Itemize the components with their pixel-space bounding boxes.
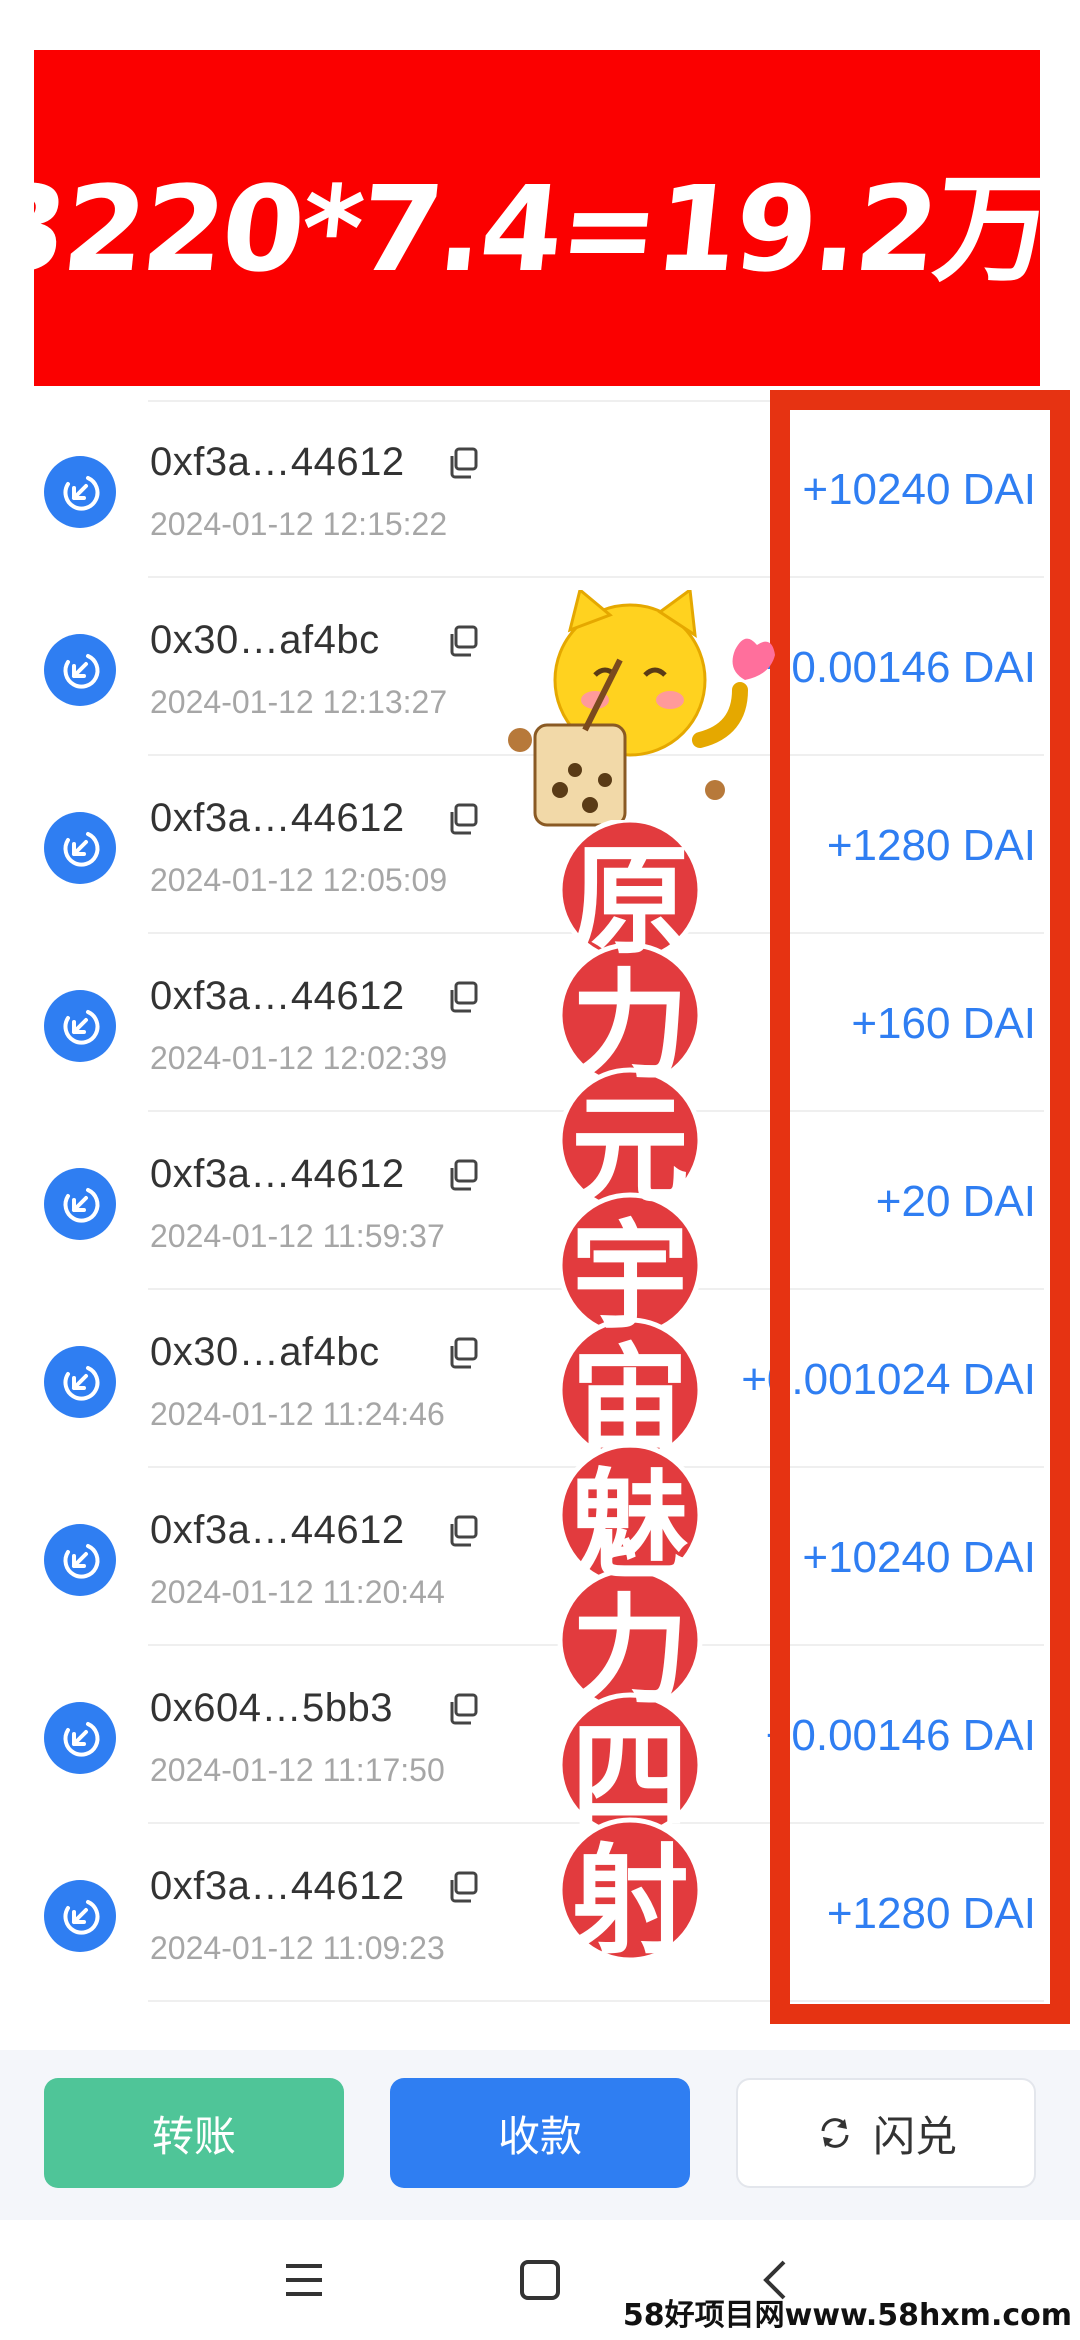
tx-time: 2024-01-12 11:09:23 [150, 1930, 445, 1966]
tx-hash: 0x30…af4bc [150, 618, 380, 662]
receive-tx-icon [44, 1880, 116, 1952]
tx-hash: 0xf3a…44612 [150, 440, 405, 484]
tx-hash: 0xf3a…44612 [150, 796, 405, 840]
action-bar: 转账 收款 闪兑 [0, 2050, 1080, 2220]
overlay-bubbles [557, 820, 703, 1963]
receive-tx-icon [44, 1702, 116, 1774]
tx-hash: 0x604…5bb3 [150, 1686, 393, 1730]
tx-time: 2024-01-12 11:24:46 [150, 1396, 445, 1432]
amount-highlight-box [770, 390, 1070, 2024]
copy-icon[interactable] [446, 980, 480, 1014]
copy-icon[interactable] [446, 1870, 480, 1904]
transfer-button[interactable]: 转账 [44, 2078, 344, 2188]
receive-tx-icon [44, 456, 116, 528]
tx-hash: 0xf3a…44612 [150, 1508, 405, 1552]
copy-icon[interactable] [446, 446, 480, 480]
copy-icon[interactable] [446, 1336, 480, 1370]
receive-button-label: 收款 [497, 2111, 582, 2161]
tx-hash: 0x30…af4bc [150, 1330, 380, 1374]
tx-time: 2024-01-12 11:20:44 [150, 1574, 445, 1610]
receive-button[interactable]: 收款 [390, 2078, 690, 2188]
tx-time: 2024-01-12 12:15:22 [150, 506, 448, 542]
headline-text: 23220*7.4=19.2万元 [0, 159, 1080, 298]
tx-time: 2024-01-12 12:13:27 [150, 684, 448, 720]
receive-tx-icon [44, 1346, 116, 1418]
receive-tx-icon [44, 634, 116, 706]
receive-tx-icon [44, 812, 116, 884]
system-nav-bar: 58好项目网www.58hxm.com [0, 2220, 1080, 2340]
tx-time: 2024-01-12 11:59:37 [150, 1218, 445, 1254]
tx-time: 2024-01-12 12:05:09 [150, 862, 448, 898]
receive-tx-icon [44, 1168, 116, 1240]
tx-time: 2024-01-12 11:17:50 [150, 1752, 445, 1788]
swap-button-label: 闪兑 [872, 2111, 957, 2161]
tx-time: 2024-01-12 12:02:39 [150, 1040, 448, 1076]
swap-button[interactable]: 闪兑 [736, 2078, 1036, 2188]
tx-hash: 0xf3a…44612 [150, 1152, 405, 1196]
copy-icon[interactable] [446, 624, 480, 658]
menu-icon[interactable] [274, 2250, 334, 2310]
watermark-text: 58好项目网www.58hxm.com [622, 2298, 1072, 2333]
receive-tx-icon [44, 1524, 116, 1596]
copy-icon[interactable] [446, 1692, 480, 1726]
tx-hash: 0xf3a…44612 [150, 974, 405, 1018]
tx-hash: 0xf3a…44612 [150, 1864, 405, 1908]
copy-icon[interactable] [446, 1514, 480, 1548]
home-icon[interactable] [510, 2250, 570, 2310]
transfer-button-label: 转账 [151, 2111, 236, 2161]
headline-banner: 23220*7.4=19.2万元 [0, 50, 1080, 386]
copy-icon[interactable] [446, 1158, 480, 1192]
cat-sticker [508, 590, 775, 827]
copy-icon[interactable] [446, 802, 480, 836]
receive-tx-icon [44, 990, 116, 1062]
swap-icon [821, 2118, 849, 2148]
